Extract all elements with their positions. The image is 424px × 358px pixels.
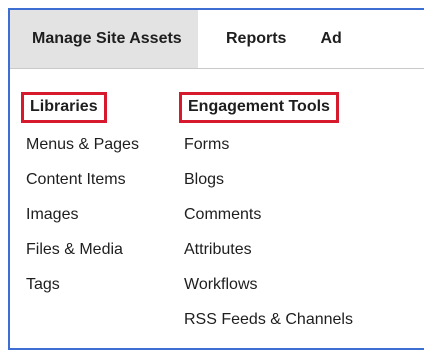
engagement-tools-header: Engagement Tools	[179, 92, 339, 123]
menu-item-images[interactable]: Images	[26, 205, 139, 240]
menu-item-attributes[interactable]: Attributes	[184, 240, 353, 275]
menu-item-forms[interactable]: Forms	[184, 135, 353, 170]
menu-item-comments[interactable]: Comments	[184, 205, 353, 240]
libraries-column: Libraries Menus & Pages Content Items Im…	[21, 92, 139, 310]
menu-item-tags[interactable]: Tags	[26, 275, 139, 310]
menu-panel: Manage Site Assets Reports Ad Libraries …	[8, 8, 424, 350]
menu-item-content-items[interactable]: Content Items	[26, 170, 139, 205]
menu-item-files-media[interactable]: Files & Media	[26, 240, 139, 275]
menu-item-workflows[interactable]: Workflows	[184, 275, 353, 310]
engagement-tools-column: Engagement Tools Forms Blogs Comments At…	[179, 92, 353, 345]
tab-manage-site-assets[interactable]: Manage Site Assets	[10, 10, 198, 68]
tab-reports[interactable]: Reports	[198, 10, 286, 68]
libraries-header: Libraries	[21, 92, 107, 123]
tab-truncated[interactable]: Ad	[286, 10, 341, 68]
menu-item-rss-feeds-channels[interactable]: RSS Feeds & Channels	[184, 310, 353, 345]
top-navigation: Manage Site Assets Reports Ad	[10, 10, 424, 69]
menu-item-blogs[interactable]: Blogs	[184, 170, 353, 205]
menu-item-menus-pages[interactable]: Menus & Pages	[26, 135, 139, 170]
